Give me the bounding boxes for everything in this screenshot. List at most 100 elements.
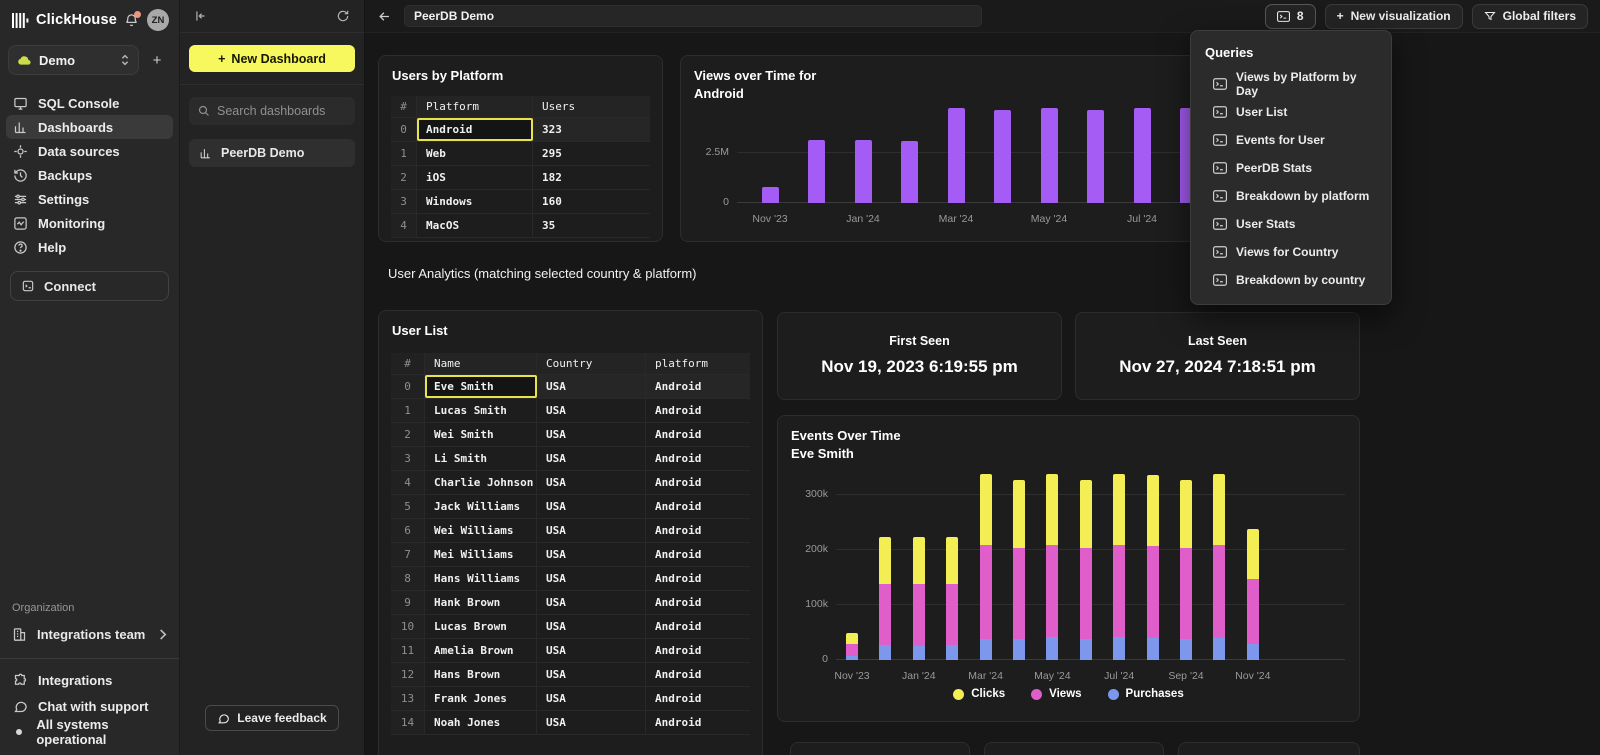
bar-segment-purchases[interactable] <box>1013 639 1025 660</box>
bar[interactable] <box>808 140 825 203</box>
bar-segment-clicks[interactable] <box>1013 480 1025 548</box>
avatar[interactable]: ZN <box>147 9 169 31</box>
table-cell[interactable]: Android <box>646 375 750 398</box>
table-cell[interactable]: USA <box>537 687 646 710</box>
sidebar-item-backups[interactable]: Backups <box>6 163 173 187</box>
table-cell[interactable]: 35 <box>533 214 650 237</box>
bar-segment-purchases[interactable] <box>980 639 992 660</box>
bar[interactable] <box>1134 108 1151 203</box>
bar-segment-views[interactable] <box>1247 579 1259 644</box>
bar-segment-purchases[interactable] <box>946 645 958 660</box>
table-cell[interactable]: 182 <box>533 166 650 189</box>
sidebar-item-help[interactable]: Help <box>6 235 173 259</box>
bar-segment-clicks[interactable] <box>1147 475 1159 545</box>
organization-team-selector[interactable]: Integrations team <box>6 620 173 648</box>
table-cell[interactable]: 323 <box>533 118 650 141</box>
table-cell[interactable]: Android <box>646 567 750 590</box>
bar-segment-clicks[interactable] <box>846 633 858 644</box>
table-cell[interactable]: Charlie Johnson <box>425 471 537 494</box>
query-item[interactable]: Views by Platform by Day <box>1191 70 1391 98</box>
bar-segment-clicks[interactable] <box>1113 474 1125 544</box>
bar-segment-clicks[interactable] <box>980 474 992 545</box>
table-cell[interactable]: Frank Jones <box>425 687 537 710</box>
bar-segment-clicks[interactable] <box>1213 474 1225 544</box>
notifications-bell-icon[interactable] <box>124 13 139 28</box>
bar-segment-views[interactable] <box>1180 548 1192 639</box>
legend-item-views[interactable]: Views <box>1031 688 1081 700</box>
bar-segment-views[interactable] <box>1046 545 1058 638</box>
bar-segment-clicks[interactable] <box>946 537 958 584</box>
legend-item-clicks[interactable]: Clicks <box>953 688 1005 700</box>
table-cell[interactable]: Android <box>646 687 750 710</box>
bar-segment-views[interactable] <box>1013 548 1025 639</box>
sidebar-item-data-sources[interactable]: Data sources <box>6 139 173 163</box>
connect-button[interactable]: Connect <box>10 271 169 301</box>
search-input[interactable] <box>217 104 346 118</box>
refresh-icon[interactable] <box>336 9 350 23</box>
table-cell[interactable]: USA <box>537 447 646 470</box>
table-cell[interactable]: Android <box>646 471 750 494</box>
query-item[interactable]: User Stats <box>1191 210 1391 238</box>
table-cell[interactable]: Noah Jones <box>425 711 537 734</box>
bar-segment-purchases[interactable] <box>1113 637 1125 660</box>
table-cell[interactable]: iOS <box>417 166 533 189</box>
bar-segment-purchases[interactable] <box>846 656 858 660</box>
table-cell[interactable]: USA <box>537 375 646 398</box>
add-workspace-button[interactable]: + <box>147 52 167 69</box>
bar-segment-clicks[interactable] <box>913 537 925 584</box>
bar-segment-views[interactable] <box>980 545 992 639</box>
new-dashboard-button[interactable]: + New Dashboard <box>189 45 355 72</box>
bar-segment-purchases[interactable] <box>1147 638 1159 660</box>
bar-segment-purchases[interactable] <box>1180 639 1192 660</box>
query-item[interactable]: Breakdown by country <box>1191 266 1391 294</box>
table-cell[interactable]: Android <box>646 519 750 542</box>
table-cell[interactable]: USA <box>537 543 646 566</box>
bar-segment-clicks[interactable] <box>1080 480 1092 548</box>
global-filters-button[interactable]: Global filters <box>1472 4 1588 29</box>
dashboard-title-input[interactable] <box>404 5 982 27</box>
dashboard-list-item[interactable]: PeerDB Demo <box>189 139 355 167</box>
query-item[interactable]: Events for User <box>1191 126 1391 154</box>
table-cell[interactable]: MacOS <box>417 214 533 237</box>
table-cell[interactable]: Android <box>646 399 750 422</box>
sidebar-item-settings[interactable]: Settings <box>6 187 173 211</box>
table-cell[interactable]: Lucas Smith <box>425 399 537 422</box>
table-cell[interactable]: Hans Williams <box>425 567 537 590</box>
dashboard-search[interactable] <box>189 97 355 125</box>
bar-segment-clicks[interactable] <box>1180 480 1192 548</box>
bar-segment-views[interactable] <box>879 584 891 645</box>
table-cell[interactable]: USA <box>537 567 646 590</box>
table-cell[interactable]: Li Smith <box>425 447 537 470</box>
sidebar-item-monitoring[interactable]: Monitoring <box>6 211 173 235</box>
table-cell[interactable]: USA <box>537 471 646 494</box>
new-visualization-button[interactable]: + New visualization <box>1325 4 1463 29</box>
bar-segment-views[interactable] <box>1213 545 1225 639</box>
table-cell[interactable]: Hans Brown <box>425 663 537 686</box>
table-cell[interactable]: Android <box>646 423 750 446</box>
bar[interactable] <box>948 108 965 203</box>
table-cell[interactable]: Jack Williams <box>425 495 537 518</box>
table-cell[interactable]: 295 <box>533 142 650 165</box>
table-cell[interactable]: Web <box>417 142 533 165</box>
bar-segment-views[interactable] <box>1113 545 1125 638</box>
sidebar-item-integrations[interactable]: Integrations <box>0 667 179 693</box>
sidebar-item-chat-support[interactable]: Chat with support <box>0 693 179 719</box>
table-cell[interactable]: 160 <box>533 190 650 213</box>
table-cell[interactable]: USA <box>537 663 646 686</box>
table-cell[interactable]: Mei Williams <box>425 543 537 566</box>
sidebar-item-dashboards[interactable]: Dashboards <box>6 115 173 139</box>
bar[interactable] <box>1087 110 1104 203</box>
legend-item-purchases[interactable]: Purchases <box>1108 688 1184 700</box>
table-cell[interactable]: Amelia Brown <box>425 639 537 662</box>
bar[interactable] <box>855 140 872 203</box>
leave-feedback-button[interactable]: Leave feedback <box>205 705 338 731</box>
table-cell[interactable]: USA <box>537 615 646 638</box>
bar-segment-purchases[interactable] <box>879 645 891 660</box>
table-cell[interactable]: USA <box>537 711 646 734</box>
table-cell[interactable]: Eve Smith <box>425 375 537 398</box>
table-cell[interactable]: Android <box>646 543 750 566</box>
table-cell[interactable]: Wei Williams <box>425 519 537 542</box>
collapse-panel-icon[interactable] <box>194 9 208 23</box>
query-item[interactable]: Views for Country <box>1191 238 1391 266</box>
table-cell[interactable]: Android <box>646 663 750 686</box>
